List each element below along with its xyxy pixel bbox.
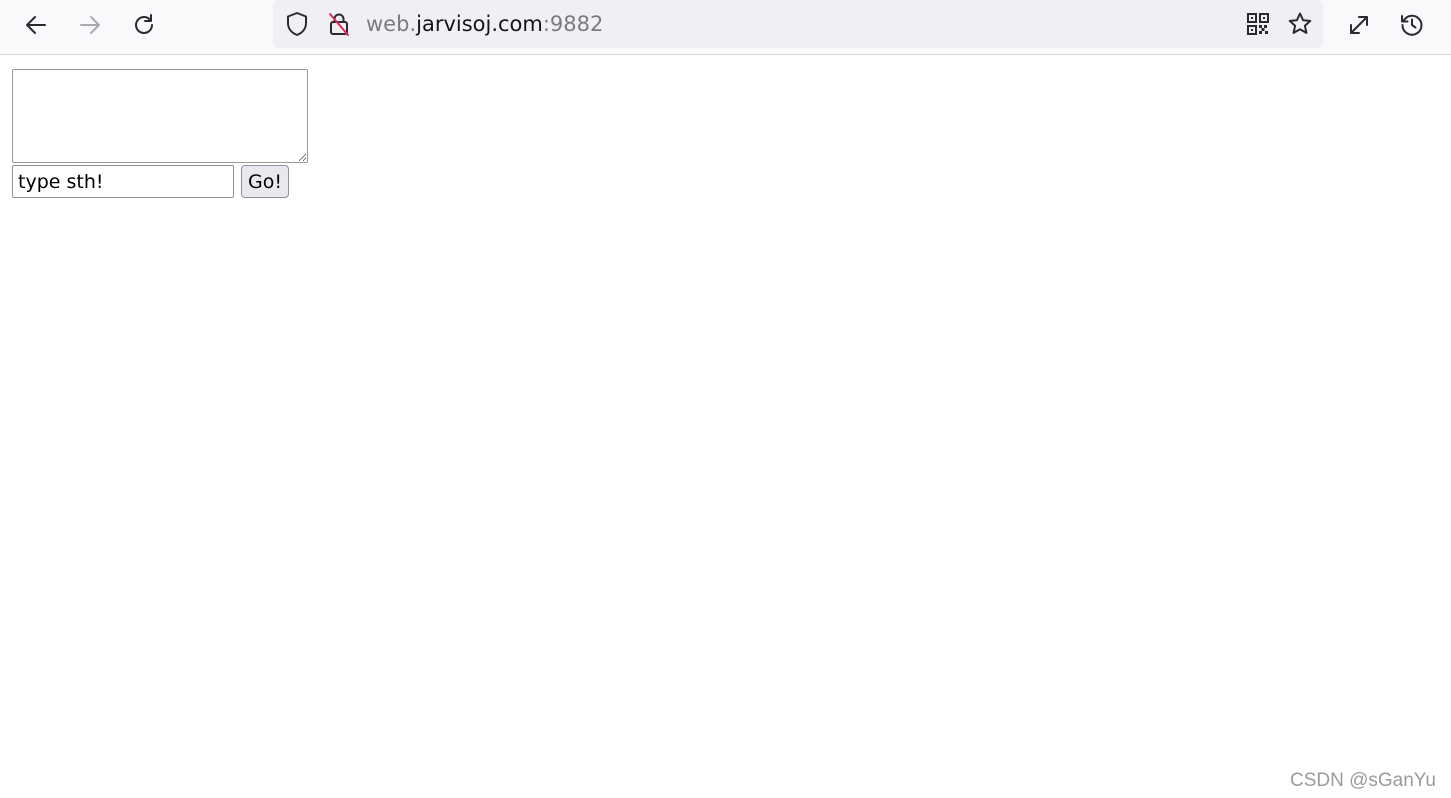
bookmark-button[interactable] [1285, 9, 1315, 39]
url-port: :9882 [542, 12, 604, 36]
address-bar[interactable]: web.jarvisoj.com:9882 [273, 0, 1323, 48]
tracking-protection-button[interactable] [282, 9, 312, 39]
message-textarea[interactable] [12, 69, 308, 163]
connection-info-button[interactable] [324, 9, 354, 39]
go-button[interactable]: Go! [241, 165, 289, 198]
history-icon [1401, 14, 1423, 36]
shield-icon [287, 12, 307, 36]
browser-toolbar: web.jarvisoj.com:9882 [0, 0, 1451, 55]
url-host: jarvisoj.com [416, 12, 543, 36]
insecure-lock-icon [329, 13, 349, 36]
back-button[interactable] [19, 8, 53, 42]
forward-arrow-icon [80, 16, 100, 34]
reload-icon [135, 14, 153, 34]
url-subdomain: web. [366, 12, 417, 36]
watermark: CSDN @sGanYu [1289, 770, 1436, 791]
page-content: Go! [0, 55, 1451, 798]
reload-button[interactable] [127, 8, 161, 42]
qr-code-icon [1247, 13, 1269, 35]
fullscreen-button[interactable] [1342, 8, 1376, 42]
history-button[interactable] [1395, 8, 1429, 42]
back-arrow-icon [26, 16, 46, 34]
expand-icon [1350, 16, 1368, 34]
star-icon [1288, 12, 1312, 34]
url-text[interactable]: web.jarvisoj.com:9882 [366, 10, 603, 38]
text-input[interactable] [12, 165, 234, 198]
forward-button[interactable] [73, 8, 107, 42]
qr-code-button[interactable] [1243, 9, 1273, 39]
